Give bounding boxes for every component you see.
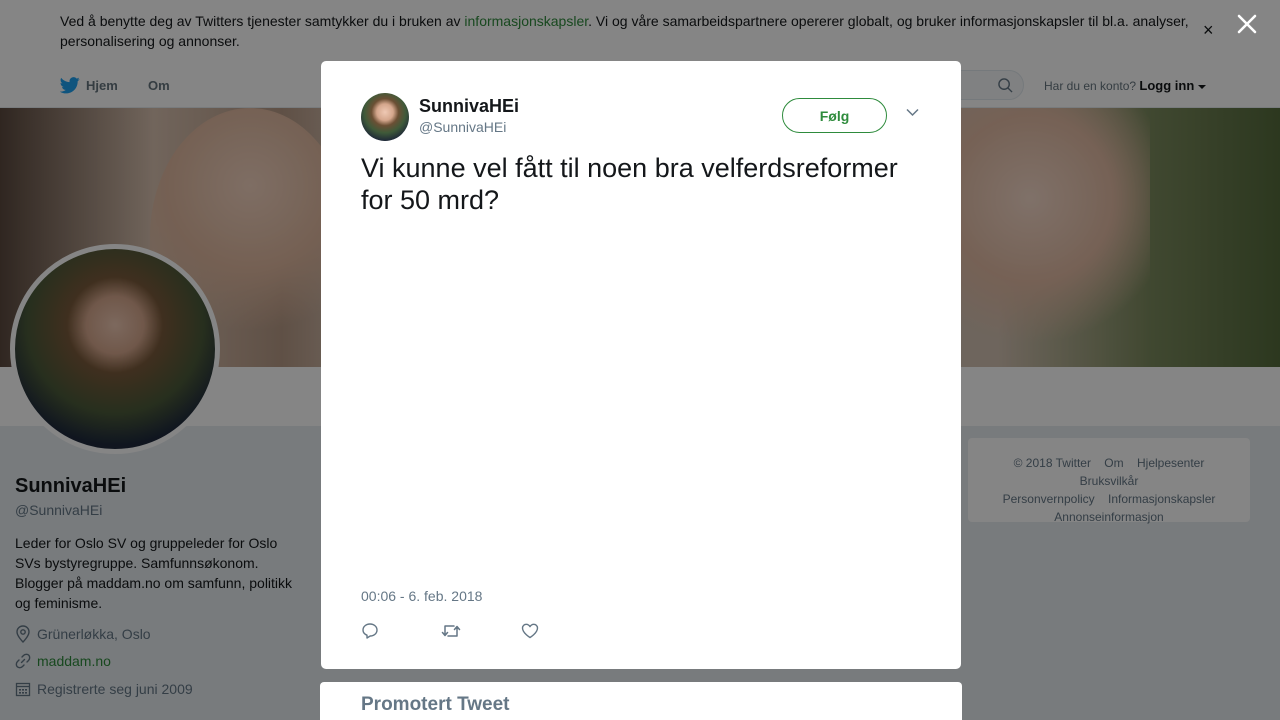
chevron-down-icon[interactable] — [906, 108, 919, 117]
promoted-tweet-card[interactable]: Promotert Tweet — [320, 682, 962, 720]
retweet-button[interactable] — [441, 619, 521, 643]
tweet-author-handle[interactable]: @SunnivaHEi — [419, 119, 506, 135]
close-icon[interactable] — [1232, 9, 1262, 39]
tweet-text: Vi kunne vel fått til noen bra velferdsr… — [361, 153, 898, 215]
cookie-close-button[interactable]: × — [1203, 20, 1214, 40]
cookie-consent-bar: Ved å benytte deg av Twitters tjenester … — [0, 0, 1280, 62]
tweet-author-avatar[interactable] — [361, 93, 409, 141]
reply-icon — [362, 623, 378, 639]
tweet-timestamp[interactable]: 00:06 - 6. feb. 2018 — [361, 588, 482, 604]
cookie-consent-text: Ved å benytte deg av Twitters tjenester … — [60, 11, 1195, 51]
retweet-icon — [441, 625, 461, 637]
reply-button[interactable] — [361, 619, 441, 643]
tweet-author-name[interactable]: SunnivaHEi — [419, 96, 519, 117]
like-button[interactable] — [521, 619, 601, 643]
cookie-text-before: Ved å benytte deg av Twitters tjenester … — [60, 13, 465, 29]
cookie-policy-link[interactable]: informasjonskapsler — [464, 13, 588, 29]
heart-icon — [521, 623, 539, 639]
promoted-tweet-title: Promotert Tweet — [361, 694, 510, 715]
tweet-modal: SunnivaHEi @SunnivaHEi Følg Vi kunne vel… — [321, 61, 961, 669]
follow-button[interactable]: Følg — [782, 98, 887, 133]
tweet-actions — [361, 619, 601, 643]
